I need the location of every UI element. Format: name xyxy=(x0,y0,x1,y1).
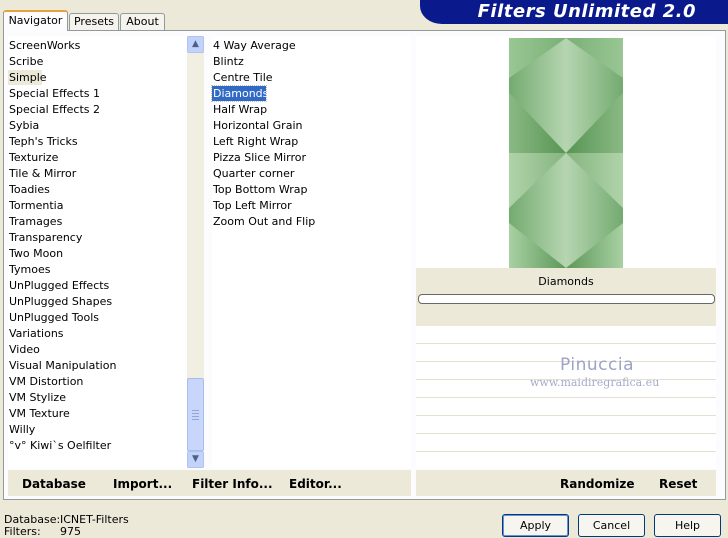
filter-item[interactable]: 4 Way Average xyxy=(212,38,296,53)
category-item[interactable]: Two Moon xyxy=(8,246,63,261)
filters-count: 975 xyxy=(60,525,81,538)
import-button[interactable]: Import... xyxy=(113,477,172,491)
watermark-url: www.maidiregrafica.eu xyxy=(530,376,660,389)
category-item[interactable]: VM Distortion xyxy=(8,374,83,389)
filter-item[interactable]: Zoom Out and Flip xyxy=(212,214,315,229)
filters-info: Filters: 975 xyxy=(4,525,81,538)
progress-bar xyxy=(418,294,715,304)
reset-button[interactable]: Reset xyxy=(659,477,697,491)
filter-info-button[interactable]: Filter Info... xyxy=(192,477,273,491)
filter-item[interactable]: Horizontal Grain xyxy=(212,118,302,133)
filter-item[interactable]: Top Left Mirror xyxy=(212,198,292,213)
category-item[interactable]: VM Texture xyxy=(8,406,70,421)
apply-button[interactable]: Apply xyxy=(502,514,569,537)
category-item[interactable]: Sybia xyxy=(8,118,39,133)
category-item[interactable]: UnPlugged Effects xyxy=(8,278,109,293)
filter-item[interactable]: Half Wrap xyxy=(212,102,267,117)
category-list[interactable]: ScreenWorks Scribe Simple Special Effects 1… xyxy=(8,36,187,468)
filter-preview-image xyxy=(509,38,623,268)
category-item[interactable]: °v° Kiwi`s Oelfilter xyxy=(8,438,111,453)
category-item[interactable]: Tymoes xyxy=(8,262,50,277)
category-item[interactable]: Special Effects 2 xyxy=(8,102,100,117)
help-button[interactable]: Help xyxy=(654,514,721,537)
database-button[interactable]: Database xyxy=(22,477,86,491)
editor-button[interactable]: Editor... xyxy=(289,477,342,491)
filter-item[interactable]: Blintz xyxy=(212,54,244,69)
tab-presets[interactable]: Presets xyxy=(69,13,119,31)
category-item[interactable]: Tramages xyxy=(8,214,62,229)
chevron-up-icon[interactable]: ▲ xyxy=(187,36,204,53)
app-title-banner: Filters Unlimited 2.0 xyxy=(420,0,728,24)
filter-item[interactable]: Left Right Wrap xyxy=(212,134,298,149)
tab-about[interactable]: About xyxy=(120,13,165,31)
category-item[interactable]: ScreenWorks xyxy=(8,38,80,53)
category-item[interactable]: Visual Manipulation xyxy=(8,358,116,373)
category-scrollbar[interactable]: ▲ ▼ xyxy=(187,36,204,468)
category-item[interactable]: Scribe xyxy=(8,54,43,69)
category-item[interactable]: Willy xyxy=(8,422,35,437)
category-item[interactable]: Tile & Mirror xyxy=(8,166,76,181)
category-item[interactable]: UnPlugged Shapes xyxy=(8,294,112,309)
filter-item[interactable]: Quarter corner xyxy=(212,166,294,181)
chevron-down-icon[interactable]: ▼ xyxy=(187,451,204,468)
category-item[interactable]: Simple xyxy=(8,70,47,85)
filter-item[interactable]: Pizza Slice Mirror xyxy=(212,150,306,165)
category-item[interactable]: Video xyxy=(8,342,40,357)
category-item[interactable]: Tormentia xyxy=(8,198,63,213)
scroll-thumb[interactable] xyxy=(187,378,204,451)
category-item[interactable]: VM Stylize xyxy=(8,390,66,405)
category-item[interactable]: Special Effects 1 xyxy=(8,86,100,101)
randomize-button[interactable]: Randomize xyxy=(560,477,634,491)
filters-label: Filters: xyxy=(4,525,41,538)
watermark-name: Pinuccia xyxy=(560,355,634,375)
preview-caption: Diamonds xyxy=(538,275,594,288)
cancel-button[interactable]: Cancel xyxy=(578,514,645,537)
category-item[interactable]: Variations xyxy=(8,326,64,341)
category-item[interactable]: Teph's Tricks xyxy=(8,134,78,149)
filter-item[interactable]: Diamonds xyxy=(211,85,268,102)
filter-item[interactable]: Centre Tile xyxy=(212,70,273,85)
category-item[interactable]: Texturize xyxy=(8,150,58,165)
filter-item[interactable]: Top Bottom Wrap xyxy=(212,182,308,197)
category-item[interactable]: Transparency xyxy=(8,230,82,245)
parameter-area xyxy=(416,326,716,468)
category-item[interactable]: Toadies xyxy=(8,182,50,197)
filter-list[interactable]: 4 Way Average Blintz Centre Tile Diamonds Ha… xyxy=(211,36,411,468)
category-item[interactable]: UnPlugged Tools xyxy=(8,310,99,325)
tab-navigator[interactable]: Navigator xyxy=(3,10,68,31)
